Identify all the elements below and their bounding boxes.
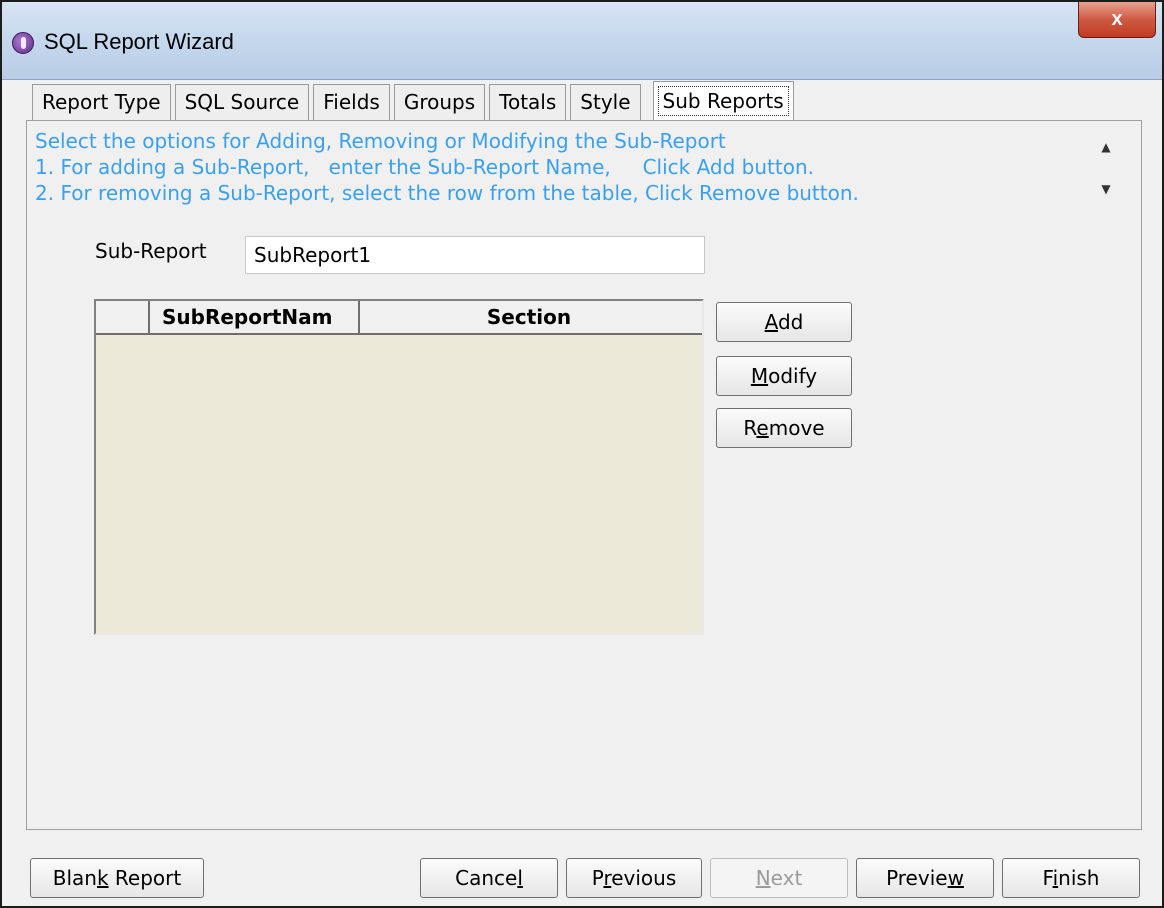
sub-reports-table[interactable]: SubReportNam Section [94,299,704,635]
finish-text-pre: F [1042,866,1053,890]
previous-text-pre: P [591,866,604,890]
next-mnemonic: N [755,866,771,890]
tab-strip: Report Type SQL Source Fields Groups Tot… [32,81,798,121]
table-header: SubReportNam Section [96,301,702,335]
modify-button[interactable]: Modify [716,356,852,396]
previous-button[interactable]: Previous [566,858,702,898]
remove-button[interactable]: Remove [716,408,852,448]
tab-totals[interactable]: Totals [489,84,567,120]
tab-sub-reports[interactable]: Sub Reports [652,81,794,121]
preview-text-pre: Previe [886,866,948,890]
cancel-text-pre: Cance [455,866,518,890]
sub-report-name-input[interactable]: SubReport1 [245,236,705,274]
blank-report-text-pre: Blan [52,866,97,890]
tab-report-type[interactable]: Report Type [32,84,171,120]
scroll-down-arrow-icon[interactable]: ▼ [1098,182,1114,198]
tab-style[interactable]: Style [570,84,641,120]
add-button-text-post: dd [777,310,804,334]
tab-fields[interactable]: Fields [313,84,390,120]
tab-sql-source[interactable]: SQL Source [174,84,310,120]
finish-text-post: nish [1058,866,1100,890]
scroll-up-arrow-icon[interactable]: ▲ [1098,140,1114,156]
finish-button[interactable]: Finish [1002,858,1140,898]
add-button[interactable]: Add [716,302,852,342]
tab-groups[interactable]: Groups [393,84,486,120]
instruction-line-3: 2. For removing a Sub-Report, select the… [35,181,859,205]
modify-button-text-post: odify [768,364,818,388]
remove-button-text-post: move [768,416,825,440]
remove-button-mnemonic: e [756,416,769,440]
blank-report-button[interactable]: Blank Report [30,858,204,898]
next-text-post: ext [770,866,803,890]
add-button-mnemonic: A [764,310,778,334]
wizard-window: SQL Report Wizard x Report Type SQL Sour… [0,0,1164,908]
row-selector-header[interactable] [96,301,150,333]
column-header-section[interactable]: Section [360,301,698,333]
instructions-text: Select the options for Adding, Removing … [35,128,1095,206]
column-header-subreport-name[interactable]: SubReportNam [150,301,360,333]
cancel-button[interactable]: Cancel [420,858,558,898]
title-bar: SQL Report Wizard x [2,2,1162,80]
preview-button[interactable]: Preview [856,858,994,898]
report-wizard-icon [12,32,34,54]
blank-report-mnemonic: k [96,866,109,890]
instruction-line-1: Select the options for Adding, Removing … [35,129,726,153]
blank-report-text-post: Report [108,866,182,890]
modify-button-mnemonic: M [750,364,769,388]
window-title: SQL Report Wizard [44,29,234,54]
next-button[interactable]: Next [710,858,848,898]
tab-sub-reports-label: Sub Reports [657,86,789,116]
cancel-mnemonic: l [517,866,523,890]
remove-button-text-pre: R [743,416,757,440]
sub-report-label: Sub-Report [95,239,207,263]
preview-mnemonic: w [947,866,964,890]
close-button[interactable]: x [1078,2,1156,38]
instruction-line-2: 1. For adding a Sub-Report, enter the Su… [35,155,814,179]
previous-text-post: evious [611,866,677,890]
